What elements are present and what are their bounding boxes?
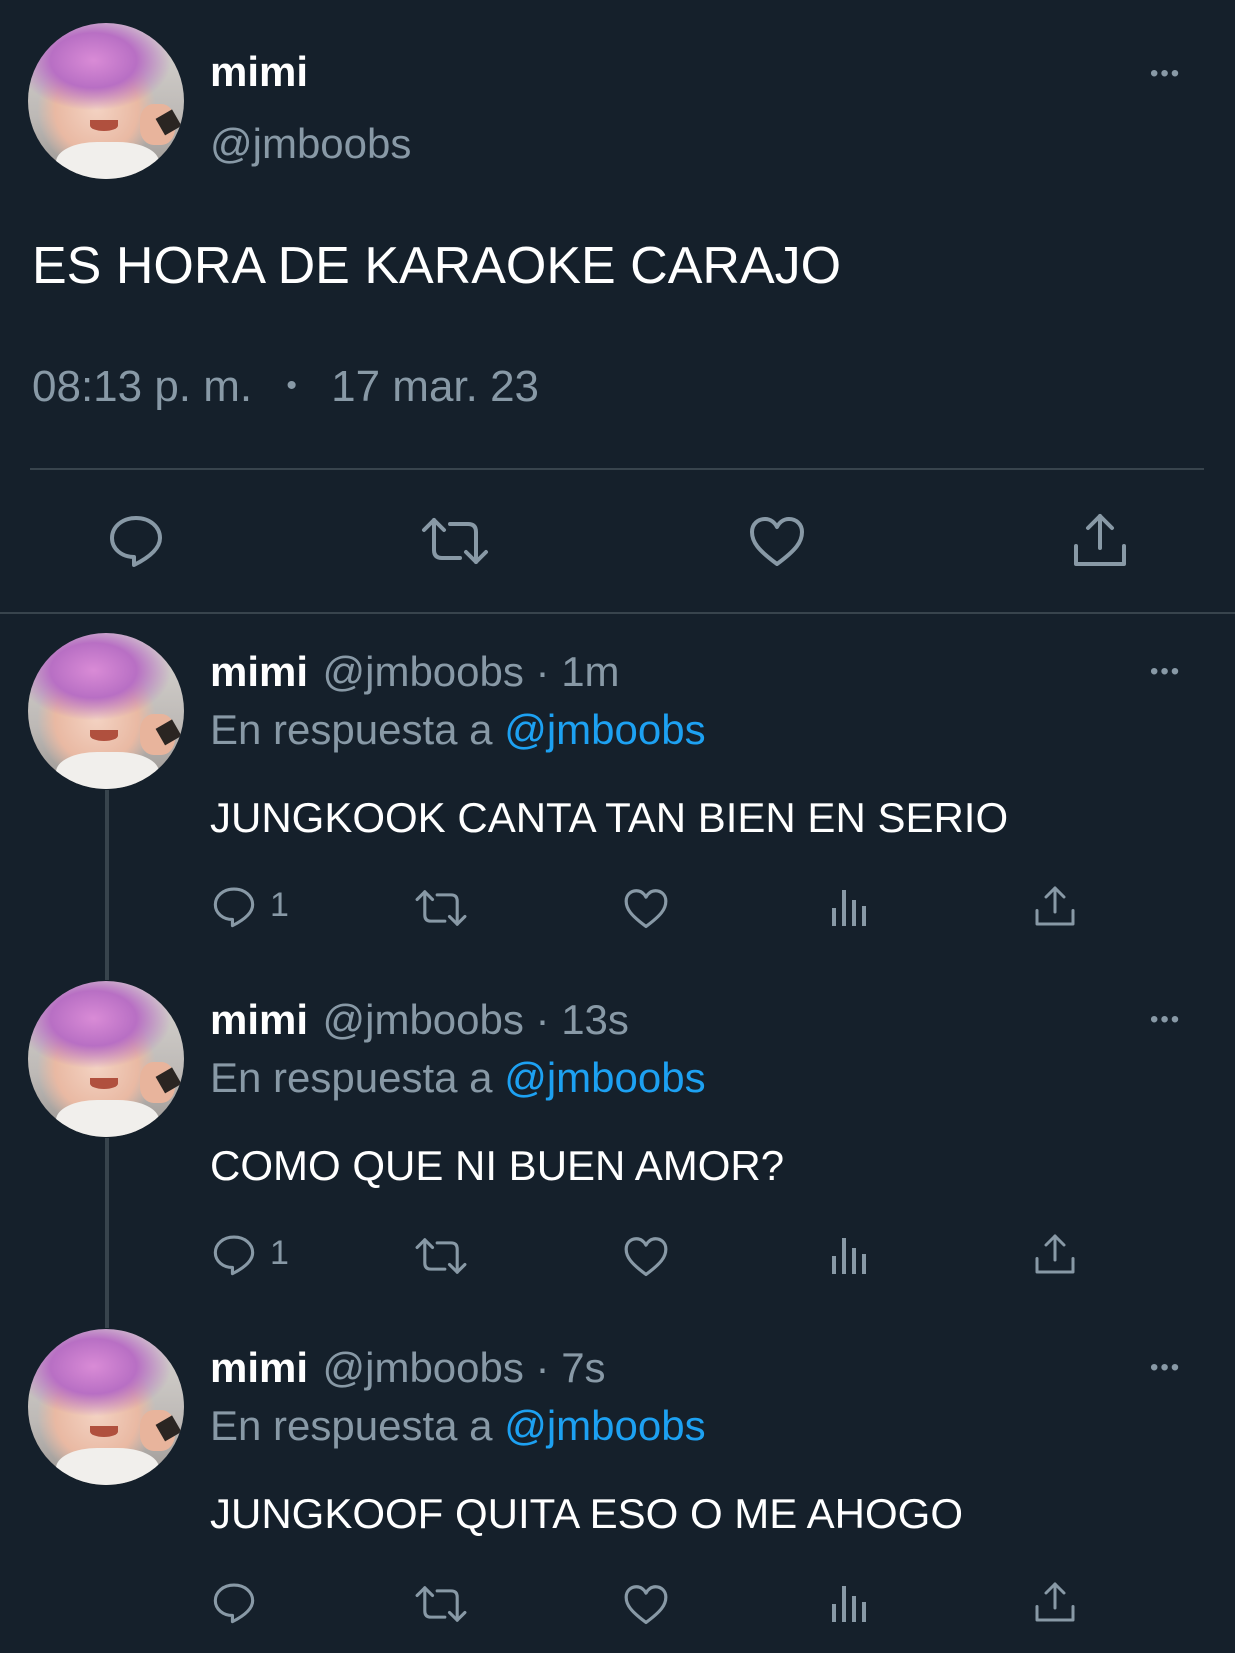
reply-to-link[interactable]: @jmboobs [504, 1054, 705, 1101]
analytics-icon[interactable] [830, 886, 870, 928]
divider [30, 468, 1204, 470]
analytics-icon[interactable] [830, 1234, 870, 1276]
like-icon[interactable] [623, 888, 669, 930]
like-icon[interactable] [748, 516, 806, 568]
tweet-header: mimi @jmboobs · 7s [210, 1344, 606, 1392]
tweet-header: mimi @jmboobs · 1m [210, 648, 620, 696]
handle-time[interactable]: @jmboobs · 13s [322, 996, 628, 1043]
reply-prefix: En respuesta a [210, 706, 505, 753]
share-icon[interactable] [1034, 884, 1076, 928]
time-text: 08:13 p. m. [32, 362, 253, 411]
reply-icon[interactable] [212, 886, 256, 928]
analytics-icon[interactable] [830, 1582, 870, 1624]
tweet-text: JUNGKOOK CANTA TAN BIEN EN SERIO [210, 794, 1009, 841]
avatar[interactable] [28, 23, 184, 179]
handle-time[interactable]: @jmboobs · 1m [322, 648, 619, 695]
user-handle[interactable]: @jmboobs [210, 120, 411, 168]
reply-to-link[interactable]: @jmboobs [504, 1402, 705, 1449]
reply-context: En respuesta a @jmboobs [210, 1054, 706, 1102]
reply-prefix: En respuesta a [210, 1054, 505, 1101]
avatar[interactable] [28, 1329, 184, 1485]
thread-line [105, 790, 109, 980]
divider [0, 612, 1235, 614]
share-icon[interactable] [1034, 1232, 1076, 1276]
reply-to-link[interactable]: @jmboobs [504, 706, 705, 753]
more-options-icon[interactable]: ••• [1150, 62, 1181, 86]
separator-dot: • [286, 369, 297, 402]
handle-time[interactable]: @jmboobs · 7s [322, 1344, 605, 1391]
share-icon[interactable] [1034, 1580, 1076, 1624]
tweet-text: JUNGKOOF QUITA ESO O ME AHOGO [210, 1490, 963, 1537]
more-options-icon[interactable]: ••• [1150, 1008, 1181, 1032]
tweet-text: ES HORA DE KARAOKE CARAJO [32, 237, 842, 295]
retweet-icon[interactable] [414, 1236, 468, 1276]
display-name[interactable]: mimi [210, 996, 308, 1043]
thread-line [105, 1138, 109, 1328]
display-name[interactable]: mimi [210, 648, 308, 695]
retweet-icon[interactable] [420, 516, 490, 566]
tweet-time: 08:13 p. m. • 17 mar. 23 [32, 362, 539, 412]
reply-context: En respuesta a @jmboobs [210, 706, 706, 754]
more-options-icon[interactable]: ••• [1150, 660, 1181, 684]
avatar[interactable] [28, 981, 184, 1137]
share-icon[interactable] [1072, 512, 1128, 568]
reply-icon[interactable] [108, 514, 164, 568]
like-icon[interactable] [623, 1236, 669, 1278]
avatar[interactable] [28, 633, 184, 789]
reply-count: 1 [270, 886, 289, 924]
tweet-text: COMO QUE NI BUEN AMOR? [210, 1142, 785, 1189]
retweet-icon[interactable] [414, 1584, 468, 1624]
tweet-header: mimi @jmboobs · 13s [210, 996, 629, 1044]
display-name[interactable]: mimi [210, 48, 308, 96]
date-text: 17 mar. 23 [331, 362, 540, 411]
display-name[interactable]: mimi [210, 1344, 308, 1391]
reply-prefix: En respuesta a [210, 1402, 505, 1449]
reply-icon[interactable] [212, 1582, 256, 1624]
more-options-icon[interactable]: ••• [1150, 1356, 1181, 1380]
like-icon[interactable] [623, 1584, 669, 1626]
reply-icon[interactable] [212, 1234, 256, 1276]
reply-context: En respuesta a @jmboobs [210, 1402, 706, 1450]
reply-count: 1 [270, 1234, 289, 1272]
retweet-icon[interactable] [414, 888, 468, 928]
